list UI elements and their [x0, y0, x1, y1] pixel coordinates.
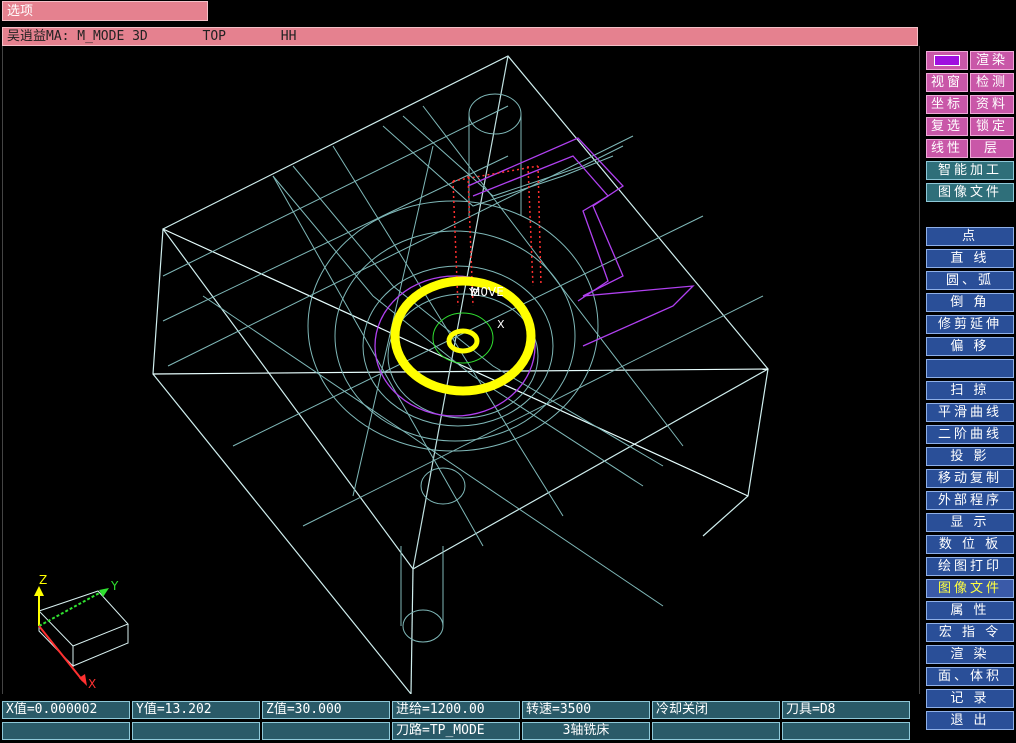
- view-title-bar: 吴逍益MA: M_MODE 3D TOP HH: [2, 27, 918, 46]
- toolbar-item-12[interactable]: 外部程序: [926, 491, 1014, 510]
- bottom-hole-2: [402, 609, 444, 643]
- status-empty-4: [652, 722, 780, 740]
- machine-type-field[interactable]: 3轴铣床: [522, 722, 650, 740]
- block-top-face: [162, 55, 769, 570]
- lock-button[interactable]: 锁定: [970, 117, 1014, 136]
- linetype-button[interactable]: 线性: [926, 139, 968, 158]
- toolbar-item-9[interactable]: 二阶曲线: [926, 425, 1014, 444]
- toolpath-mode-field[interactable]: 刀路=TP_MODE: [392, 722, 520, 740]
- info-button[interactable]: 资料: [970, 95, 1014, 114]
- color-swatch-button[interactable]: [926, 51, 968, 70]
- smart-machining-button[interactable]: 智能加工: [926, 161, 1014, 180]
- check-button[interactable]: 检测: [970, 73, 1014, 92]
- multi-select-button[interactable]: 复选: [926, 117, 968, 136]
- coolant-field[interactable]: 冷却关闭: [652, 701, 780, 719]
- toolbar-item-18[interactable]: 宏 指 令: [926, 623, 1014, 642]
- z-value-field: Z值=30.000: [262, 701, 390, 719]
- toolbar-item-21[interactable]: 记 录: [926, 689, 1014, 708]
- toolbar-item-0[interactable]: 点: [926, 227, 1014, 246]
- y-value-field: Y值=13.202: [132, 701, 260, 719]
- toolbar-item-6[interactable]: [926, 359, 1014, 378]
- image-file-button-top[interactable]: 图像文件: [926, 183, 1014, 202]
- color-swatch: [934, 55, 960, 66]
- bottom-hole-1: [420, 467, 466, 505]
- toolbar-item-1[interactable]: 直 线: [926, 249, 1014, 268]
- axis-triad: Z Y X: [34, 573, 129, 691]
- x-value-field: X值=0.000002: [2, 701, 130, 719]
- toolbar-item-3[interactable]: 倒 角: [926, 293, 1014, 312]
- block-left-edge: [152, 228, 412, 694]
- layer-button[interactable]: 层: [970, 139, 1014, 158]
- wireframe-model[interactable]: Z Y M0VE X Z Y X: [3, 46, 919, 694]
- feed-field[interactable]: 进给=1200.00: [392, 701, 520, 719]
- spindle-speed-field[interactable]: 转速=3500: [522, 701, 650, 719]
- status-empty-1: [2, 722, 130, 740]
- tool-field[interactable]: 刀具=D8: [782, 701, 910, 719]
- triad-x: X: [88, 677, 96, 691]
- toolbar-item-2[interactable]: 圆、弧: [926, 271, 1014, 290]
- render-button[interactable]: 渲染: [970, 51, 1014, 70]
- cad-viewport[interactable]: Z Y M0VE X Z Y X: [2, 46, 920, 694]
- status-empty-5: [782, 722, 910, 740]
- toolbar-item-20[interactable]: 面、体积: [926, 667, 1014, 686]
- block-front-edge: [410, 568, 414, 694]
- toolbar-item-19[interactable]: 渲 染: [926, 645, 1014, 664]
- toolbar-item-13[interactable]: 显 示: [926, 513, 1014, 532]
- toolbar-item-7[interactable]: 扫 掠: [926, 381, 1014, 400]
- coordinate-button[interactable]: 坐标: [926, 95, 968, 114]
- toolbar-item-11[interactable]: 移动复制: [926, 469, 1014, 488]
- toolbar-item-16[interactable]: 图像文件: [926, 579, 1014, 598]
- origin-label: M0VE: [470, 285, 504, 299]
- toolbar-item-17[interactable]: 属 性: [926, 601, 1014, 620]
- toolbar-item-5[interactable]: 偏 移: [926, 337, 1014, 356]
- toolbar-item-8[interactable]: 平滑曲线: [926, 403, 1014, 422]
- status-empty-3: [262, 722, 390, 740]
- status-empty-2: [132, 722, 260, 740]
- toolbar-item-14[interactable]: 数 位 板: [926, 535, 1014, 554]
- toolbar-item-4[interactable]: 修剪延伸: [926, 315, 1014, 334]
- block-diagonal-1: [152, 368, 769, 375]
- x-mark-label: X: [497, 318, 505, 331]
- triad-z: Z: [39, 573, 47, 587]
- purple-pocket: [374, 137, 695, 417]
- view-window-button[interactable]: 视窗: [926, 73, 968, 92]
- block-right-edge: [702, 368, 769, 537]
- triad-y: Y: [110, 579, 119, 593]
- toolbar-item-10[interactable]: 投 影: [926, 447, 1014, 466]
- options-menu[interactable]: 选项: [2, 1, 208, 21]
- toolbar-item-22[interactable]: 退 出: [926, 711, 1014, 730]
- toolbar-item-15[interactable]: 绘图打印: [926, 557, 1014, 576]
